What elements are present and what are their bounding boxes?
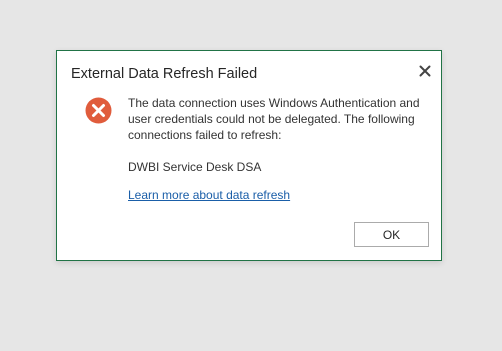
- dialog-title: External Data Refresh Failed: [71, 66, 258, 82]
- error-dialog: External Data Refresh Failed The data co…: [56, 50, 442, 261]
- close-button[interactable]: [415, 61, 435, 81]
- learn-more-link[interactable]: Learn more about data refresh: [128, 188, 290, 202]
- close-icon: [419, 65, 431, 77]
- ok-button[interactable]: OK: [354, 222, 429, 247]
- error-circle-x-icon: [85, 97, 112, 124]
- error-message: The data connection uses Windows Authent…: [128, 96, 420, 142]
- failed-connection-name: DWBI Service Desk DSA: [128, 160, 262, 174]
